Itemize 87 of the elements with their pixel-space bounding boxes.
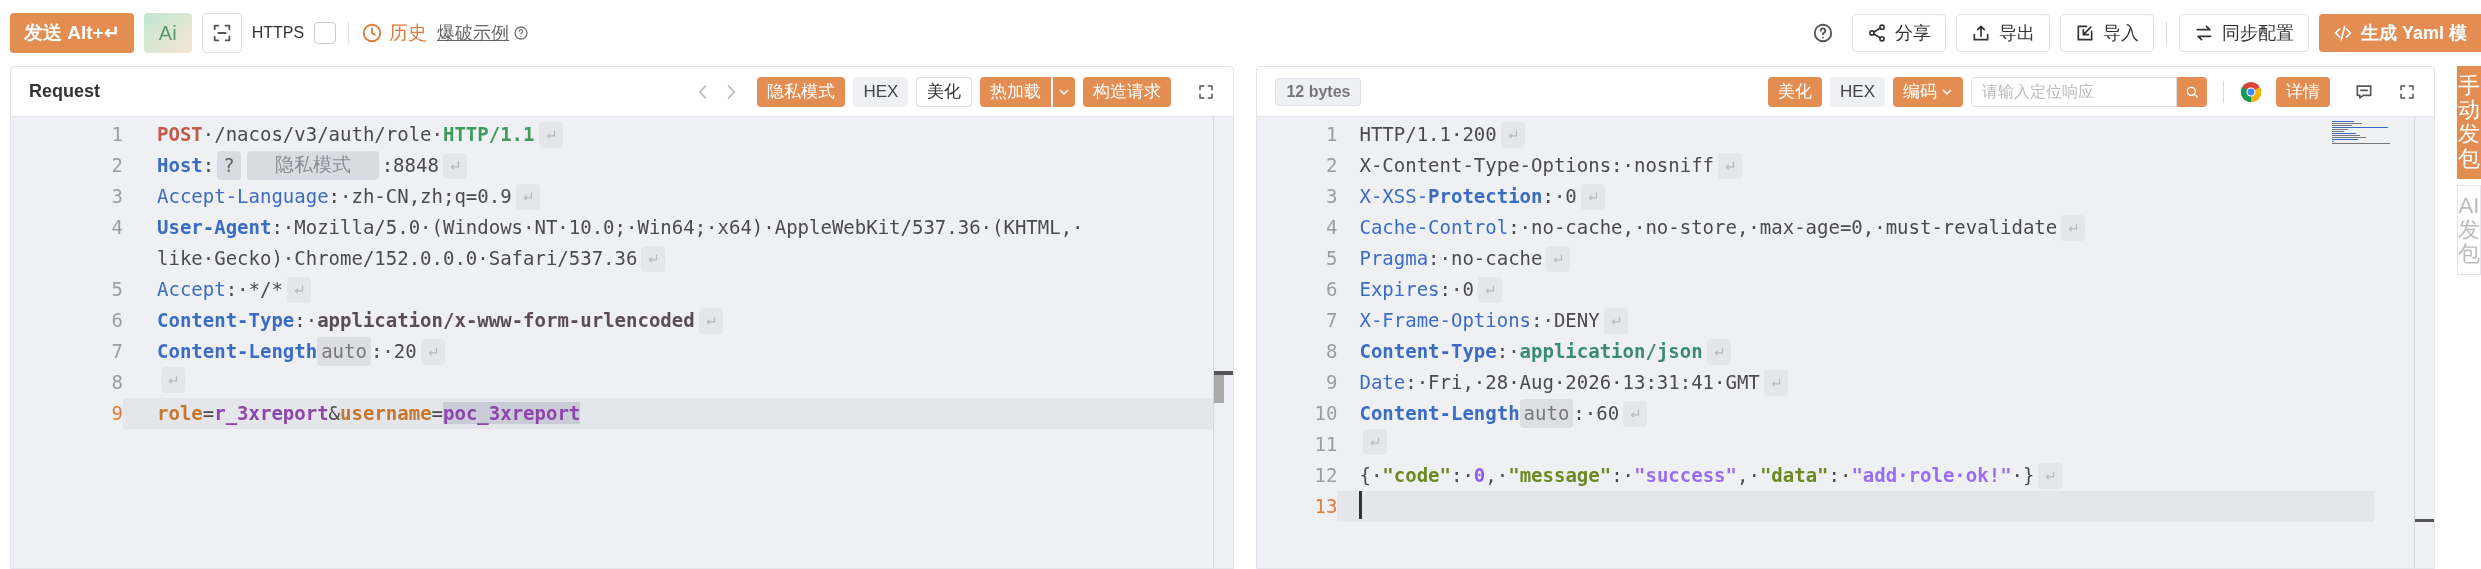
line-number: 10 [1313,401,1338,426]
line-number: 6 [110,308,123,333]
line-number: 1 [110,122,123,147]
example-link[interactable]: 爆破示例 [437,19,510,47]
line-number: 7 [1325,308,1338,333]
dropdown-button[interactable]: 编码 [1893,76,1963,107]
code-text: like·Gecko)·Chrome/152.0.0.0·Safari/537.36 [157,246,638,271]
code-text: role=r_3xreport&username=poc_3xreport [157,401,581,427]
toolbar-button[interactable]: 同步配置 [2178,14,2309,52]
code-text: :·60 [1573,401,1620,426]
https-checkbox[interactable] [314,22,337,44]
line-number: 3 [1325,184,1338,209]
toolbar-button[interactable]: 热加载 [980,76,1052,107]
toolbar-button[interactable]: 构造请求 [1083,76,1172,107]
code-text: Content-Length [1359,401,1520,426]
fullscreen-icon [2398,82,2416,101]
auto-tag: auto [1519,399,1574,428]
line-number: 2 [110,153,123,178]
toolbar-button[interactable]: 美化 [916,76,973,107]
toolbar-button[interactable]: HEX [853,76,909,107]
line-number: 8 [110,370,123,395]
line-number: 4 [110,215,123,240]
line-number: 5 [1325,246,1338,271]
code-text: Host: [157,153,215,178]
https-label: HTTPS [251,23,305,43]
minimap-drawing [2332,121,2392,147]
toolbar-button[interactable]: 生成 Yaml 模 [2318,14,2481,52]
help-icon [1811,22,1834,44]
code-text: Cache-Control:·no-cache,·no-store,·max-age=0,·must-revalidate [1359,215,2058,240]
code-text: Content-Type:·application/x-www-form-urlencoded [157,308,695,333]
side-tab[interactable]: AI发包 [2457,184,2481,276]
code-text: Content-Type:·application/json [1359,339,1703,364]
line-number: 4 [1325,215,1338,240]
masked-badge: ? [217,151,241,180]
toolbar-button[interactable]: 导入 [2059,14,2154,52]
history-link[interactable]: 历史 [361,18,428,48]
line-number: 12 [1313,463,1338,488]
code-text: X-Content-Type-Options:·nosniff [1359,153,1715,178]
side-tab[interactable]: 手动发包 [2457,66,2481,179]
line-number: 2 [1325,153,1338,178]
code-text: Content-Length [157,339,318,364]
scan-button[interactable] [201,13,242,53]
code-icon [2332,23,2353,43]
toolbar-button[interactable]: 分享 [1851,14,1946,52]
code-text: Expires:·0 [1359,277,1474,302]
help-icon [513,25,530,41]
line-number: 13 [1313,494,1338,519]
code-text: :8848 [381,153,439,178]
toolbar-button[interactable]: HEX [1830,76,1885,107]
line-number: 8 [1325,339,1338,364]
dropdown-button[interactable] [1053,76,1076,107]
toolbar-button[interactable]: 美化 [1768,76,1823,107]
search-button[interactable] [2177,76,2207,107]
code-text: Accept-Language:·zh-CN,zh;q=0.9 [157,184,512,209]
text-cursor [1359,491,1363,519]
code-text: POST·/nacos/v3/auth/role·HTTP/1.1 [157,122,535,147]
detail-button[interactable]: 详情 [2276,76,2330,107]
line-number: 3 [110,184,123,209]
ai-button[interactable]: Ai [143,13,192,53]
code-text: X-Frame-Options:·DENY [1359,308,1600,333]
size-badge: 12 bytes [1275,77,1362,106]
fullscreen-icon [1197,82,1216,101]
line-number: 11 [1313,432,1338,457]
code-text: Date:·Fri,·28·Aug·2026·13:31:41·GMT [1359,370,1760,395]
panel-title: Request [29,80,100,103]
send-button[interactable]: 发送 Alt+↵ [10,13,134,53]
code-text: :·20 [370,339,417,364]
code-text: X-XSS-Protection:·0 [1359,184,1577,209]
browser-icon[interactable] [2240,80,2262,103]
line-number: 5 [110,277,123,302]
masked-value: 隐私模式 [246,151,379,180]
code-text: HTTP/1.1·200 [1359,122,1497,147]
code-text: Pragma:·no-cache [1359,246,1543,271]
line-number: 9 [1325,370,1338,395]
line-number: 9 [110,401,123,426]
auto-tag: auto [317,337,371,366]
share-icon [1866,23,1887,43]
search-field[interactable]: 请输入定位响应 [1971,76,2177,107]
clock-icon [361,22,384,44]
line-number: 1 [1325,122,1338,147]
line-number: 6 [1325,277,1338,302]
toolbar-button[interactable]: 隐私模式 [757,76,846,107]
code-text: {·"code":·0,·"message":·"success",·"data":·"add·role·ok!"·} [1359,463,2035,488]
line-number: 7 [110,339,123,364]
code-text: Accept:·*/* [157,277,283,302]
toolbar-button[interactable]: 导出 [1955,14,2050,52]
code-text: User-Agent:·Mozilla/5.0·(Windows·NT·10.0;·Win64;·x64)·AppleWebKit/537.36·(KHTML,· [157,215,1084,240]
